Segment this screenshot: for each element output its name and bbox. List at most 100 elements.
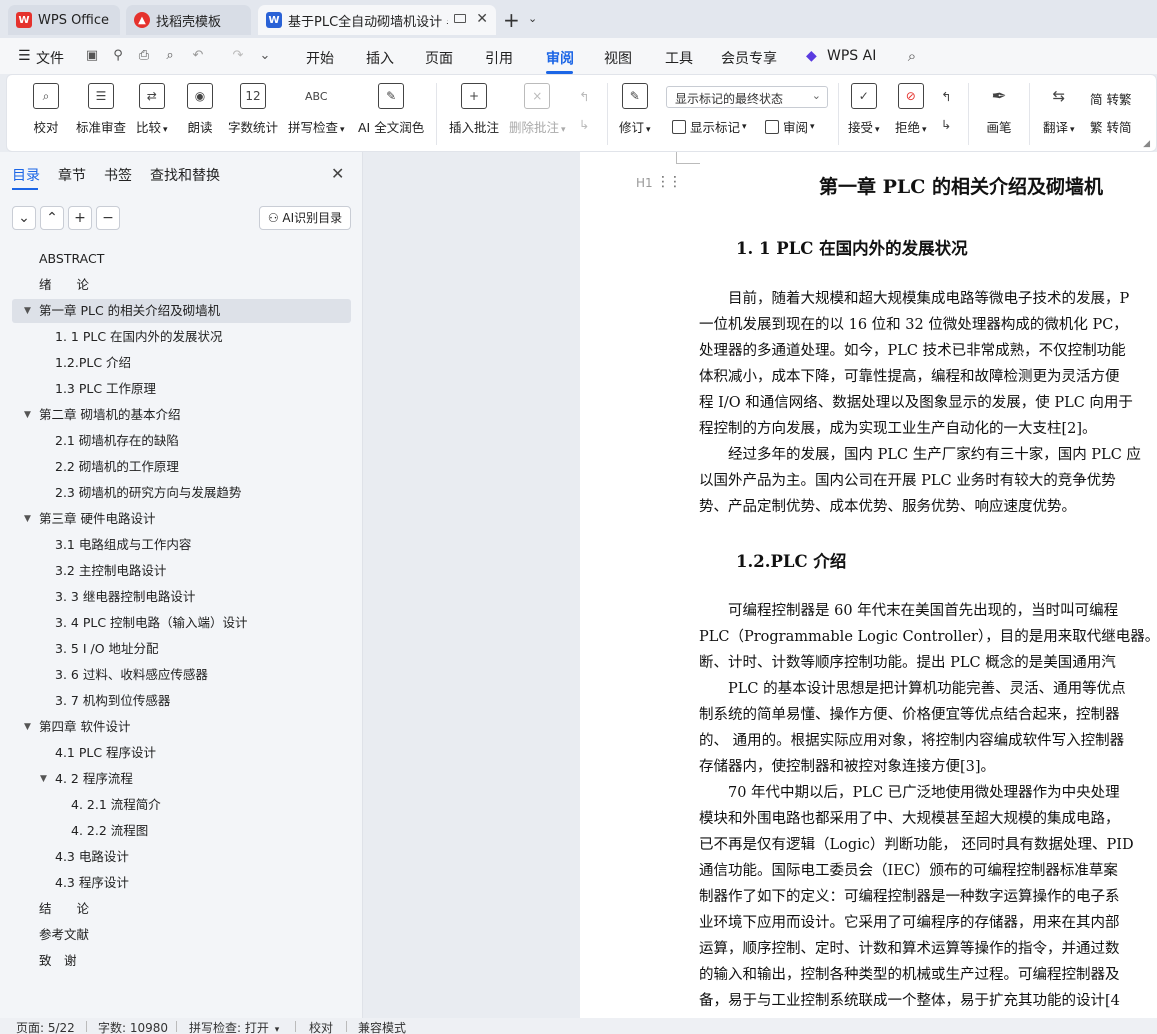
tab-wps-office[interactable]: W WPS Office xyxy=(8,5,120,35)
translate-button[interactable]: ⇆ 翻译 ▾ xyxy=(1043,83,1075,136)
toc-item[interactable]: 第四章 软件设计 xyxy=(39,715,130,739)
spell-check-label: 拼写检查 xyxy=(288,120,339,135)
navtab-toc[interactable]: 目录 xyxy=(12,165,40,185)
hamburger-icon[interactable]: ☰ xyxy=(18,48,31,64)
toc-item[interactable]: 3.1 电路组成与工作内容 xyxy=(55,533,191,557)
prev-change-icon[interactable]: ↰ xyxy=(941,89,951,104)
menu-tools[interactable]: 工具 xyxy=(665,48,693,68)
toc-item[interactable]: 第一章 PLC 的相关介绍及砌墙机 xyxy=(12,299,351,323)
ink-button[interactable]: ✒ 画笔 xyxy=(986,83,1012,136)
expand-caret-icon[interactable]: ▼ xyxy=(24,410,31,420)
next-comment-icon[interactable]: ↳ xyxy=(579,117,589,132)
to-traditional-button[interactable]: 简 转繁 xyxy=(1090,89,1132,108)
toc-item[interactable]: 4. 2 程序流程 xyxy=(55,767,133,791)
print-icon[interactable]: ⎙ xyxy=(137,49,151,63)
toc-item[interactable]: 1.3 PLC 工作原理 xyxy=(55,377,156,401)
expand-up-button[interactable]: ⌃ xyxy=(40,206,64,230)
word-count-indicator[interactable]: 字数: 10980 xyxy=(98,1019,168,1034)
print-preview-icon[interactable]: ⌕ xyxy=(163,49,177,63)
menu-home[interactable]: 开始 xyxy=(306,48,334,68)
share-icon[interactable]: ⚲ xyxy=(111,49,125,63)
toc-item[interactable]: 2.1 砌墙机存在的缺陷 xyxy=(55,429,179,453)
expand-caret-icon[interactable]: ▼ xyxy=(40,774,47,784)
monitor-icon[interactable] xyxy=(454,14,466,23)
toc-item[interactable]: 绪 论 xyxy=(39,273,89,297)
show-markup-button[interactable]: 显示标记 ▾ xyxy=(672,117,747,136)
expand-caret-icon[interactable]: ▼ xyxy=(24,306,31,316)
toc-item[interactable]: 3. 6 过料、收料感应传感器 xyxy=(55,663,208,687)
toc-item[interactable]: ABSTRACT xyxy=(39,247,104,271)
new-tab-icon[interactable]: + xyxy=(503,8,520,32)
spell-check-status[interactable]: 拼写检查: 打开 ▾ xyxy=(189,1019,279,1034)
expand-corner-icon[interactable]: ◢ xyxy=(1143,139,1150,149)
expand-caret-icon[interactable]: ▼ xyxy=(24,514,31,524)
undo-icon[interactable]: ↶ xyxy=(191,49,205,63)
reject-button[interactable]: ⊘ 拒绝 ▾ xyxy=(895,83,927,136)
toc-item[interactable]: 参考文献 xyxy=(39,923,89,947)
page-indicator[interactable]: 页面: 5/22 xyxy=(16,1019,75,1034)
review-pane-button[interactable]: 审阅 ▾ xyxy=(765,117,815,136)
ai-polish-button[interactable]: ✎ AI 全文润色 xyxy=(358,83,424,136)
close-icon[interactable]: ✕ xyxy=(331,164,344,183)
toc-item[interactable]: 结 论 xyxy=(39,897,89,921)
drag-handle-icon[interactable]: ⋮⋮ xyxy=(656,174,682,190)
standard-review-button[interactable]: ☰ 标准审查 xyxy=(76,83,126,136)
collapse-all-button[interactable]: ⌄ xyxy=(12,206,36,230)
read-aloud-button[interactable]: ◉ 朗读 xyxy=(187,83,213,136)
redo-icon[interactable]: ↷ xyxy=(231,49,245,63)
toc-item[interactable]: 4. 2.1 流程简介 xyxy=(71,793,161,817)
toc-item[interactable]: 1. 1 PLC 在国内外的发展状况 xyxy=(55,325,223,349)
toc-item[interactable]: 1.2.PLC 介绍 xyxy=(55,351,131,375)
toc-item[interactable]: 4.3 程序设计 xyxy=(55,871,129,895)
navtab-find-replace[interactable]: 查找和替换 xyxy=(150,165,220,185)
menu-view[interactable]: 视图 xyxy=(604,48,632,68)
menu-file[interactable]: 文件 xyxy=(36,48,64,68)
markup-mode-select[interactable]: 显示标记的最终状态 ⌄ xyxy=(666,86,828,108)
insert-comment-button[interactable]: + 插入批注 xyxy=(449,83,499,136)
tab-list-chevron-icon[interactable]: ⌄ xyxy=(528,12,537,25)
tab-document[interactable]: W 基于PLC全自动砌墙机设计 毕 ✕ xyxy=(258,5,496,35)
add-heading-button[interactable]: + xyxy=(68,206,92,230)
prev-comment-icon[interactable]: ↰ xyxy=(579,89,589,104)
to-simplified-button[interactable]: 繁 转简 xyxy=(1090,117,1132,136)
toc-item[interactable]: 4.3 电路设计 xyxy=(55,845,129,869)
toc-item[interactable]: 3. 5 I /O 地址分配 xyxy=(55,637,159,661)
toc-item[interactable]: 3.2 主控制电路设计 xyxy=(55,559,166,583)
track-changes-button[interactable]: ✎ 修订 ▾ xyxy=(619,83,651,136)
navtab-chapters[interactable]: 章节 xyxy=(58,165,86,185)
proof-status[interactable]: 校对 xyxy=(309,1019,333,1034)
toc-item[interactable]: 3. 4 PLC 控制电路（输入端）设计 xyxy=(55,611,248,635)
document-page[interactable]: H1 ⋮⋮ 第一章 PLC 的相关介绍及砌墙机 1. 1 PLC 在国内外的发展… xyxy=(580,152,1157,1018)
proofread-button[interactable]: ⌕ 校对 xyxy=(33,83,59,136)
next-change-icon[interactable]: ↳ xyxy=(941,117,951,132)
compare-button[interactable]: ⇄ 比较 ▾ xyxy=(136,83,168,136)
word-count-button[interactable]: 12 字数统计 xyxy=(228,83,278,136)
menu-wps-ai[interactable]: WPS AI xyxy=(827,48,876,64)
navtab-bookmarks[interactable]: 书签 xyxy=(104,165,132,185)
menu-insert[interactable]: 插入 xyxy=(366,48,394,68)
menu-member[interactable]: 会员专享 xyxy=(721,48,777,68)
remove-heading-button[interactable]: − xyxy=(96,206,120,230)
menu-references[interactable]: 引用 xyxy=(485,48,513,68)
accept-button[interactable]: ✓ 接受 ▾ xyxy=(848,83,880,136)
toc-item[interactable]: 4.1 PLC 程序设计 xyxy=(55,741,156,765)
toc-item[interactable]: 第二章 砌墙机的基本介绍 xyxy=(39,403,180,427)
close-tab-icon[interactable]: ✕ xyxy=(476,11,488,27)
toc-item[interactable]: 3. 7 机构到位传感器 xyxy=(55,689,170,713)
menu-page[interactable]: 页面 xyxy=(425,48,453,68)
toc-item[interactable]: 第三章 硬件电路设计 xyxy=(39,507,155,531)
toc-item[interactable]: 2.3 砌墙机的研究方向与发展趋势 xyxy=(55,481,241,505)
toc-item[interactable]: 2.2 砌墙机的工作原理 xyxy=(55,455,179,479)
expand-caret-icon[interactable]: ▼ xyxy=(24,722,31,732)
menu-review[interactable]: 审阅 xyxy=(546,48,574,68)
save-icon[interactable]: ▣ xyxy=(85,49,99,63)
ai-toc-button[interactable]: ⚇ AI识别目录 xyxy=(259,206,351,230)
spell-check-button[interactable]: ABC 拼写检查 ▾ xyxy=(288,83,345,136)
toc-item[interactable]: 3. 3 继电器控制电路设计 xyxy=(55,585,195,609)
more-chevron-icon[interactable]: ⌄ xyxy=(258,49,272,63)
tab-docer[interactable]: ▲ 找稻壳模板 xyxy=(126,5,251,35)
toc-item[interactable]: 4. 2.2 流程图 xyxy=(71,819,148,843)
delete-comment-button[interactable]: × 删除批注 ▾ xyxy=(509,83,566,136)
toc-item[interactable]: 致 谢 xyxy=(39,949,77,973)
search-icon[interactable]: ⌕ xyxy=(905,49,919,64)
